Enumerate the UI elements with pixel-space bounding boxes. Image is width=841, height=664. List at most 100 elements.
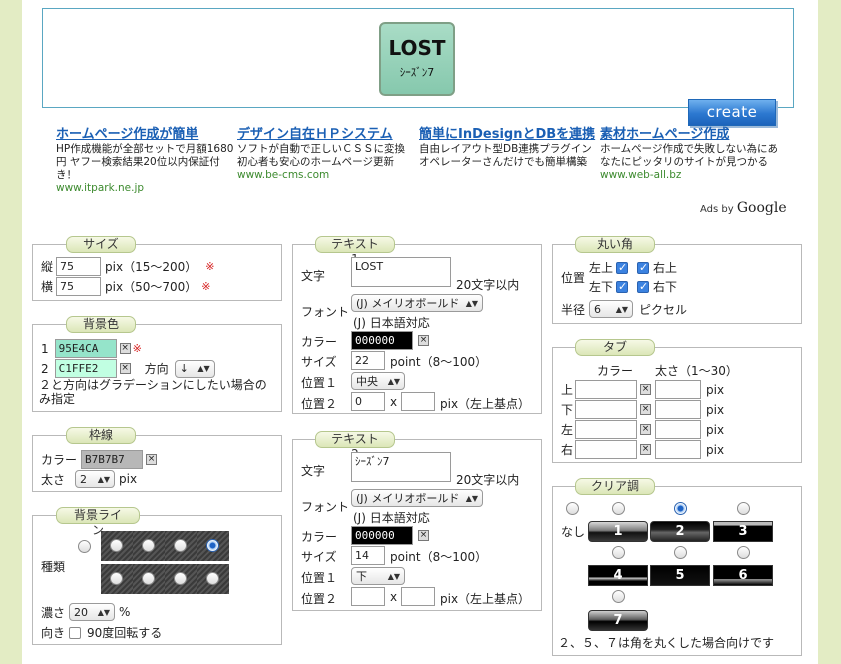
ad-text: ソフトが自動で正しいＣＳＳに変換 初心者も安心のホームページ更新	[237, 143, 405, 168]
tab-color-input[interactable]	[575, 380, 637, 399]
required-mark: ※	[132, 342, 142, 355]
clear-icon[interactable]: ×	[640, 424, 651, 435]
tab-width-input[interactable]	[655, 400, 701, 419]
ad-unit[interactable]: ホームページ作成が簡単 HP作成機能が全部セットで月額1680円 ヤフー検索結果…	[56, 127, 234, 195]
clear-radio-6[interactable]	[737, 546, 750, 559]
bg-color-legend: 背景色	[66, 316, 136, 333]
ad-unit[interactable]: デザイン自在ＨＰシステム ソフトが自動で正しいＣＳＳに変換 初心者も安心のホーム…	[237, 127, 415, 182]
ads-by-google[interactable]: Ads by Google	[700, 200, 787, 216]
tab-width-input[interactable]	[655, 440, 701, 459]
corner-pos-label: 位置	[561, 271, 586, 285]
pattern-radio[interactable]	[142, 572, 155, 585]
ad-title[interactable]: デザイン自在ＨＰシステム	[237, 127, 415, 143]
clear-radio-4[interactable]	[612, 546, 625, 559]
bg-line-pattern[interactable]	[133, 564, 165, 594]
tab-width-input[interactable]	[655, 420, 701, 439]
text2-char-input[interactable]: ｼｰｽﾞﾝ7	[351, 452, 451, 482]
bg-line-pattern[interactable]	[165, 564, 197, 594]
clear-icon[interactable]: ×	[418, 335, 429, 346]
ad-title[interactable]: 簡単にInDesignとDBを連携	[419, 127, 597, 143]
tab-width-input[interactable]	[655, 380, 701, 399]
text1-pos2-x-input[interactable]: 0	[351, 392, 385, 411]
clear-radio-5[interactable]	[674, 546, 687, 559]
create-button[interactable]: create	[688, 99, 776, 126]
pattern-radio[interactable]	[206, 539, 219, 552]
tab-color-header: カラー	[597, 364, 634, 378]
bg-line-none-radio[interactable]	[78, 540, 91, 553]
ad-unit[interactable]: 素材ホームページ作成 ホームページ作成で失敗しない為にあなたにピッタリのサイトが…	[600, 127, 778, 182]
ad-title[interactable]: 素材ホームページ作成	[600, 127, 778, 143]
corner-tr-label: 右上	[653, 261, 678, 275]
tab-color-input[interactable]	[575, 400, 637, 419]
corner-bl-checkbox[interactable]	[616, 280, 629, 293]
tab-color-input[interactable]	[575, 440, 637, 459]
ad-url[interactable]: www.web-all.bz	[600, 169, 778, 182]
text1-color-input[interactable]: 000000	[351, 331, 413, 350]
clear-radio-2[interactable]	[674, 502, 687, 515]
bg-line-pattern[interactable]	[101, 531, 133, 561]
pattern-radio[interactable]	[174, 572, 187, 585]
corner-tr-checkbox[interactable]	[637, 261, 650, 274]
clear-icon[interactable]: ×	[640, 444, 651, 455]
bg-color2-input[interactable]: C1FFE2	[54, 359, 117, 378]
direction-select[interactable]: ↓ ▲▼	[174, 359, 215, 378]
clear-icon[interactable]: ×	[119, 363, 131, 374]
text2-pos2-y-input[interactable]	[401, 587, 435, 606]
clear-style-7[interactable]: 7	[588, 610, 648, 631]
text2-size-input[interactable]: 14	[351, 546, 385, 565]
clear-style-1[interactable]: 1	[588, 521, 648, 542]
clear-style-2[interactable]: 2	[650, 521, 710, 542]
pattern-radio[interactable]	[206, 572, 219, 585]
text1-font-note: (J) 日本語対応	[353, 316, 430, 330]
text2-pos2-x-input[interactable]	[351, 587, 385, 606]
preview-area: LOST ｼｰｽﾞﾝ7	[42, 8, 794, 108]
clear-style-6[interactable]: 6	[713, 565, 773, 586]
bg-line-pattern[interactable]	[101, 564, 133, 594]
pattern-radio[interactable]	[110, 539, 123, 552]
corner-br-checkbox[interactable]	[637, 280, 650, 293]
text2-size-label: サイズ	[301, 550, 337, 564]
clear-radio-3[interactable]	[737, 502, 750, 515]
text2-pos1-select[interactable]: 下 ▲▼	[351, 567, 405, 585]
ad-title[interactable]: ホームページ作成が簡単	[56, 127, 234, 143]
text1-char-input[interactable]: LOST	[351, 257, 451, 287]
clear-radio-1[interactable]	[612, 502, 625, 515]
text2-font-select[interactable]: (J) メイリオボールド ▲▼	[351, 489, 483, 507]
clear-icon[interactable]: ×	[640, 384, 651, 395]
clear-style-5[interactable]: 5	[650, 565, 710, 586]
clear-radio-7[interactable]	[612, 590, 625, 603]
clear-none-radio[interactable]	[566, 502, 579, 515]
bg-line-pattern[interactable]	[133, 531, 165, 561]
bg-line-pattern[interactable]	[197, 564, 229, 594]
clear-icon[interactable]: ×	[418, 530, 429, 541]
width-input[interactable]: 75	[56, 277, 102, 296]
bg-color1-input[interactable]: 95E4CA	[54, 339, 117, 358]
corner-tl-checkbox[interactable]	[616, 261, 629, 274]
pattern-radio[interactable]	[174, 539, 187, 552]
text2-color-input[interactable]: 000000	[351, 526, 413, 545]
text1-pos2-y-input[interactable]	[401, 392, 435, 411]
corner-radius-select[interactable]: 6 ▲▼	[589, 300, 634, 318]
text1-pos2-sep: x	[390, 395, 398, 409]
rotate-checkbox[interactable]	[69, 626, 82, 639]
ad-unit[interactable]: 簡単にInDesignとDBを連携 自由レイアウト型DB連携プラグイン オペレー…	[419, 127, 597, 169]
clear-style-3[interactable]: 3	[713, 521, 773, 542]
clear-style-4[interactable]: 4	[588, 565, 648, 586]
pattern-radio[interactable]	[110, 572, 123, 585]
border-color-input[interactable]: B7B7B7	[81, 450, 144, 469]
text1-pos1-select[interactable]: 中央 ▲▼	[351, 372, 405, 390]
tab-color-input[interactable]	[575, 420, 637, 439]
clear-icon[interactable]: ×	[119, 343, 131, 354]
ad-url[interactable]: www.itpark.ne.jp	[56, 182, 234, 195]
clear-icon[interactable]: ×	[640, 404, 651, 415]
border-width-select[interactable]: 2 ▲▼	[75, 470, 116, 488]
bg-line-pattern[interactable]	[165, 531, 197, 561]
pattern-radio[interactable]	[142, 539, 155, 552]
ad-url[interactable]: www.be-cms.com	[237, 169, 415, 182]
text1-size-input[interactable]: 22	[351, 351, 385, 370]
height-input[interactable]: 75	[56, 257, 102, 276]
text1-font-select[interactable]: (J) メイリオボールド ▲▼	[351, 294, 483, 312]
density-select[interactable]: 20 ▲▼	[69, 603, 116, 621]
clear-icon[interactable]: ×	[146, 454, 158, 465]
bg-line-pattern[interactable]	[197, 531, 229, 561]
